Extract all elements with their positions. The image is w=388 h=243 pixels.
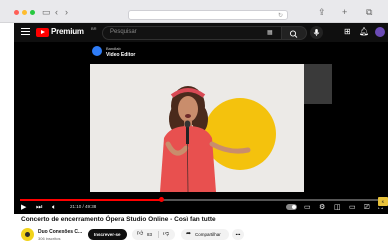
cast-icon[interactable]: ⎚ [364, 203, 370, 212]
address-bar[interactable] [128, 10, 288, 20]
search-placeholder: Pesquisar [110, 29, 137, 35]
youtube-app: Premium BR Pesquisar ▦ ⊞ 🔔︎ Bandlab Vide… [14, 23, 388, 243]
reload-icon[interactable]: ↻ [278, 11, 283, 21]
dislike-icon[interactable]: 👎︎ [163, 229, 169, 240]
menu-icon[interactable] [21, 28, 30, 37]
create-icon[interactable]: ⊞ [344, 27, 351, 37]
minimize-window-button[interactable] [22, 10, 27, 15]
video-player[interactable]: Bandlab Video Editor ▶ ⏭︎ 🔈︎ 21:10 / 49:… [14, 42, 388, 214]
youtube-topbar: Premium BR Pesquisar ▦ ⊞ 🔔︎ [14, 23, 388, 42]
channel-avatar[interactable] [21, 228, 34, 241]
subscribe-button[interactable]: Inscrever-se [88, 229, 127, 240]
watermark-app-name: Video Editor [106, 52, 136, 58]
mic-icon [313, 29, 320, 36]
sidebar-toggle-icon[interactable]: ▭ [42, 7, 51, 17]
autoplay-toggle[interactable] [286, 204, 297, 210]
keyboard-icon[interactable]: ▦ [267, 30, 273, 36]
tabs-overview-icon[interactable]: ⧉ [366, 7, 372, 17]
side-chip[interactable]: K [378, 197, 388, 206]
like-count: 83 [147, 232, 153, 237]
like-icon[interactable]: 👍︎ [137, 229, 143, 240]
time-display: 21:10 / 49:38 [70, 204, 97, 209]
youtube-play-logo-icon [36, 28, 49, 37]
end-screen-panel [304, 64, 332, 104]
logo-text: Premium [51, 27, 84, 36]
logo-country-code: BR [91, 26, 97, 31]
singer-performance-image [90, 64, 304, 192]
settings-icon[interactable]: ⚙︎ [319, 203, 325, 212]
back-icon[interactable]: ‹ [55, 7, 58, 17]
channel-name[interactable]: Duo Conexões C... [38, 229, 82, 235]
close-window-button[interactable] [14, 10, 19, 15]
more-icon: ••• [235, 232, 241, 237]
progress-bar[interactable] [20, 197, 382, 202]
search-icon [289, 30, 298, 38]
browser-toolbar: ▭ ‹ › ↻ ⇪ + ⧉ [0, 0, 388, 23]
subtitles-icon[interactable]: ▭ [304, 203, 311, 212]
video-frame[interactable] [90, 64, 304, 192]
more-actions-button[interactable]: ••• [232, 229, 244, 240]
voice-search-button[interactable] [310, 26, 323, 39]
new-tab-icon[interactable]: + [342, 7, 347, 17]
video-title: Concerto de encerramento Ópera Studio On… [21, 216, 216, 223]
like-dislike-group: 👍︎ 83 👎︎ [132, 229, 175, 240]
video-editor-logo-icon [92, 46, 102, 56]
share-button[interactable]: ➦ Compartilhar [181, 229, 229, 240]
progress-scrubber[interactable] [158, 197, 164, 202]
search-button[interactable] [281, 26, 307, 40]
notifications-icon[interactable]: 🔔︎ [359, 27, 369, 37]
theater-mode-icon[interactable]: ▭ [349, 203, 356, 212]
miniplayer-icon[interactable]: ◫ [334, 203, 341, 212]
next-icon[interactable]: ⏭︎ [36, 203, 42, 212]
play-icon[interactable]: ▶ [21, 203, 26, 212]
progress-played [20, 199, 162, 201]
channel-subscribers: 306 inscritos [38, 236, 61, 241]
search-input[interactable]: Pesquisar ▦ [102, 26, 282, 40]
maximize-window-button[interactable] [30, 10, 35, 15]
share-label: Compartilhar [195, 232, 221, 237]
video-metadata: Concerto de encerramento Ópera Studio On… [14, 214, 388, 243]
video-editor-watermark: Bandlab Video Editor [90, 44, 144, 60]
volume-icon[interactable]: 🔈︎ [52, 203, 56, 212]
watermark-brand: Bandlab [106, 46, 121, 51]
share-icon[interactable]: ⇪ [318, 7, 326, 17]
account-avatar[interactable] [375, 27, 385, 37]
share-arrow-icon: ➦ [186, 231, 192, 237]
forward-icon[interactable]: › [65, 7, 68, 17]
like-divider [158, 231, 159, 238]
